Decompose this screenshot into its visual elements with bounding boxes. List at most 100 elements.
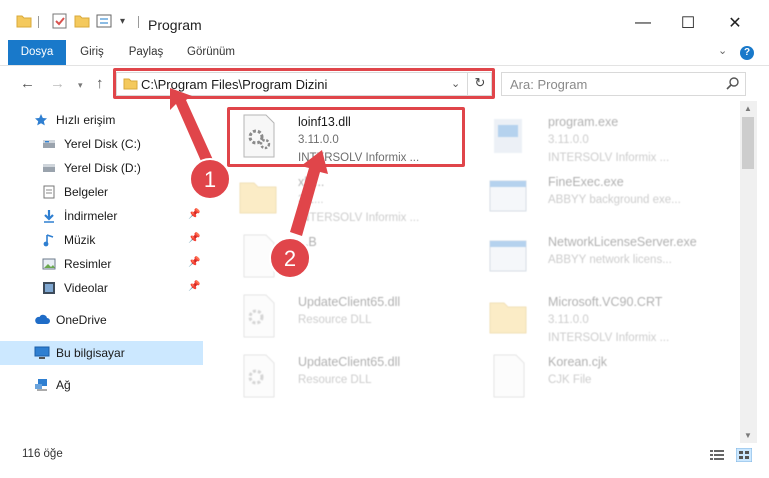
details-view-icon[interactable] (710, 449, 724, 464)
pin-icon[interactable]: 📌 (188, 209, 200, 220)
tab-view[interactable]: Görünüm (183, 40, 239, 65)
file-icon (486, 353, 530, 399)
sidebar-item-downloads[interactable]: İndirmeler 📌 (0, 204, 203, 228)
tab-share[interactable]: Paylaş (126, 40, 166, 65)
file-highlight-box (227, 107, 465, 167)
file-item-updateclient65-dll[interactable]: UpdateClient65.dll Resource DLL (228, 287, 468, 345)
file-description: INTERSOLV Informix ... (548, 332, 670, 344)
sidebar-item-onedrive[interactable]: OneDrive (0, 308, 203, 332)
close-button[interactable]: ✕ (712, 8, 758, 38)
file-item-generic[interactable]: ...B ... (228, 227, 468, 285)
ribbon-tabs: Dosya Giriş Paylaş Görünüm ⌄ ? (0, 40, 769, 66)
file-name: UpdateClient65.dll (298, 295, 401, 309)
sidebar-item-label: Müzik (64, 233, 96, 247)
sidebar-item-label: Belgeler (64, 185, 109, 199)
file-name: Microsoft.VC90.CRT (548, 295, 663, 309)
file-item-updateclient65-dll-2[interactable]: UpdateClient65.dll Resource DLL (228, 347, 468, 405)
file-item-networklicenseserver-exe[interactable]: NetworkLicenseServer.exe ABBYY network l… (478, 227, 718, 285)
app-window-icon (486, 233, 530, 279)
sidebar-item-label: OneDrive (56, 313, 107, 327)
downloads-icon (42, 209, 56, 223)
forward-arrow-icon[interactable]: → (50, 75, 65, 92)
pin-icon[interactable]: 📌 (188, 281, 200, 292)
file-item-folder[interactable]: xl4... 3.1... INTERSOLV Informix ... (228, 167, 468, 225)
file-version: ABBYY network licens... (548, 254, 672, 266)
scroll-thumb[interactable] (742, 117, 754, 169)
dll-gear-icon (236, 293, 280, 339)
file-version: ... (298, 254, 308, 266)
toolbar-separator (138, 16, 139, 28)
search-icon[interactable] (726, 76, 740, 93)
quick-access-folder-icon[interactable] (16, 12, 32, 30)
toolbar-dropdown-icon[interactable]: ▾ (120, 12, 125, 30)
file-item-fineexec-exe[interactable]: FineExec.exe ABBYY background exe... (478, 167, 718, 225)
file-item-program-exe[interactable]: program.exe 3.11.0.0 INTERSOLV Informix … (478, 107, 718, 165)
file-name: FineExec.exe (548, 175, 624, 189)
folder-icon (236, 173, 280, 219)
file-name: Korean.cjk (548, 355, 608, 369)
file-version: 3.1... (298, 194, 324, 206)
sidebar-item-this-pc[interactable]: Bu bilgisayar (0, 341, 203, 365)
status-bar: 116 öğe (0, 443, 769, 468)
app-window-icon (486, 173, 530, 219)
file-description: INTERSOLV Informix ... (298, 212, 420, 224)
sidebar-item-label: Resimler (64, 257, 112, 271)
sidebar-item-quick-access[interactable]: Hızlı erişim (0, 108, 203, 132)
drive-icon (42, 137, 56, 151)
file-icon (236, 233, 280, 279)
file-name: UpdateClient65.dll (298, 355, 401, 369)
expand-ribbon-icon[interactable]: ⌄ (718, 44, 727, 57)
network-icon (34, 378, 48, 392)
sidebar-item-label: Hızlı erişim (56, 113, 116, 127)
navigation-pane: Hızlı erişim Yerel Disk (C:) Yerel Disk … (0, 101, 205, 443)
file-version: 3.11.0.0 (548, 134, 589, 146)
properties-check-icon[interactable] (52, 12, 68, 30)
file-item-korean-cjk[interactable]: Korean.cjk CJK File (478, 347, 718, 405)
file-item-microsoft-vc90-crt[interactable]: Microsoft.VC90.CRT 3.11.0.0 INTERSOLV In… (478, 287, 718, 345)
tab-home[interactable]: Giriş (74, 40, 110, 65)
back-arrow-icon[interactable]: ← (20, 75, 35, 92)
tiles-view-icon[interactable] (735, 447, 753, 465)
sidebar-item-label: İndirmeler (64, 209, 118, 223)
pin-icon[interactable]: 📌 (188, 233, 200, 244)
address-highlight-box (113, 68, 495, 99)
new-folder-icon[interactable] (74, 12, 90, 30)
file-version: ABBYY background exe... (548, 194, 681, 206)
file-version: CJK File (548, 374, 592, 386)
sidebar-item-music[interactable]: Müzik 📌 (0, 228, 203, 252)
sidebar-item-documents[interactable]: Belgeler (0, 180, 203, 204)
sidebar-item-network[interactable]: Ağ (0, 373, 203, 397)
dll-gear-icon (236, 353, 280, 399)
title-bar: ▾ Program — ☐ ✕ (0, 0, 769, 40)
vertical-scrollbar[interactable]: ▲ ▼ (740, 101, 757, 443)
file-version: Resource DLL (298, 374, 372, 386)
file-name: program.exe (548, 115, 619, 129)
videos-icon (42, 281, 56, 295)
sidebar-item-label: Videolar (64, 281, 108, 295)
music-icon (42, 233, 56, 247)
up-arrow-icon[interactable]: ↑ (96, 75, 104, 92)
customize-toolbar-icon[interactable] (96, 12, 114, 30)
help-icon[interactable]: ? (740, 46, 754, 60)
scroll-down-icon[interactable]: ▼ (744, 431, 752, 440)
toolbar-separator (38, 16, 39, 28)
file-name: xl4... (298, 175, 325, 189)
pin-icon[interactable]: 📌 (188, 257, 200, 268)
tab-file[interactable]: Dosya (8, 40, 66, 65)
scroll-up-icon[interactable]: ▲ (744, 104, 752, 113)
sidebar-item-label: Yerel Disk (D:) (64, 161, 141, 175)
maximize-button[interactable]: ☐ (665, 8, 711, 38)
cloud-icon (34, 313, 50, 327)
drive-icon (42, 161, 56, 175)
sidebar-item-videos[interactable]: Videolar 📌 (0, 276, 203, 300)
recent-locations-icon[interactable]: ▾ (78, 80, 83, 91)
folder-icon (486, 293, 530, 339)
exe-icon (486, 113, 530, 159)
sidebar-item-drive-c[interactable]: Yerel Disk (C:) (0, 132, 203, 156)
search-input[interactable]: Ara: Program (510, 77, 587, 92)
search-box[interactable]: Ara: Program (501, 72, 746, 96)
sidebar-item-pictures[interactable]: Resimler 📌 (0, 252, 203, 276)
sidebar-item-drive-d[interactable]: Yerel Disk (D:) (0, 156, 203, 180)
minimize-button[interactable]: — (620, 8, 666, 38)
file-version: 3.11.0.0 (548, 314, 589, 326)
